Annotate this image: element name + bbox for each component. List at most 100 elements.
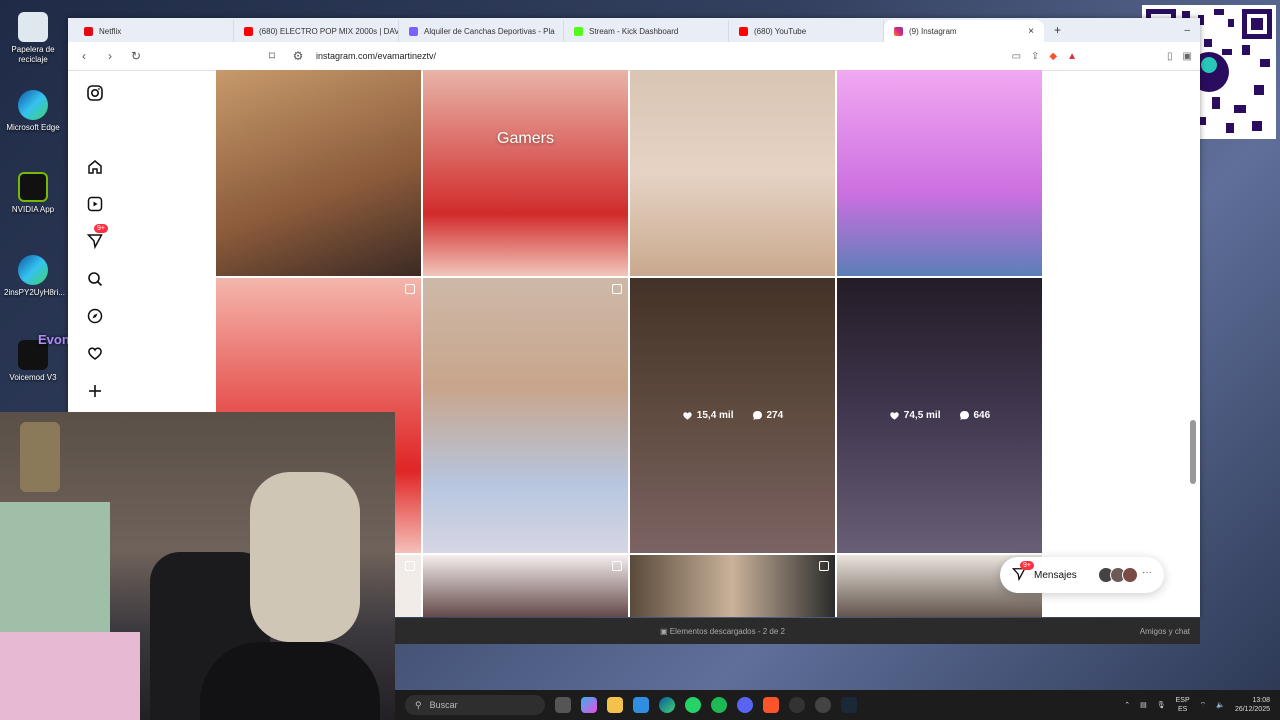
download-status[interactable]: ▣ Elementos descargados - 2 de 2 <box>660 627 785 636</box>
language-indicator[interactable]: ESP ES <box>1176 696 1190 714</box>
obs-icon[interactable] <box>789 697 805 713</box>
forward-icon[interactable]: › <box>102 49 118 63</box>
messages-label: Mensajes <box>1034 569 1077 581</box>
post-tile[interactable] <box>837 70 1042 276</box>
create-post-icon[interactable] <box>84 380 106 402</box>
heart-icon[interactable] <box>84 342 106 364</box>
edge-icon[interactable] <box>659 697 675 713</box>
bookmark-icon[interactable]: ⌑ <box>264 49 280 63</box>
microphone-icon[interactable]: 🎙 <box>1157 701 1166 709</box>
network-icon[interactable]: ▤ <box>1140 701 1147 709</box>
post-tile[interactable]: 74,5 mil 646 <box>837 278 1042 553</box>
tab-title: (680) ELECTRO POP MIX 2000s | DAV <box>259 26 399 36</box>
explore-icon[interactable] <box>84 305 106 327</box>
download-icon: ▣ <box>660 626 670 636</box>
blanket-shape <box>0 632 140 720</box>
tab-title: Alquiler de Canchas Deportivas - Pla <box>424 26 555 36</box>
post-tile[interactable] <box>423 555 628 617</box>
message-avatars: ··· <box>1098 567 1152 583</box>
post-hover-stats: 15,4 mil 274 <box>630 278 835 553</box>
messages-button[interactable]: 9+ Mensajes ··· <box>1000 557 1164 593</box>
brave-shields-icon[interactable]: ◆ <box>1049 51 1057 62</box>
tab-youtube[interactable]: (680) YouTube <box>729 20 884 42</box>
youtube-icon <box>739 26 748 36</box>
netflix-icon <box>84 26 93 36</box>
desktop-icon-edge[interactable]: Microsoft Edge <box>4 90 62 133</box>
clock-date: 26/12/2025 <box>1234 706 1270 713</box>
direct-messages-icon[interactable]: 9+ <box>84 224 108 252</box>
whatsapp-icon[interactable] <box>685 697 701 713</box>
edge-icon <box>18 90 48 120</box>
recycle-bin-icon <box>18 12 48 42</box>
taskbar-search[interactable]: ⚲ Buscar <box>405 695 545 715</box>
windows-taskbar: ⚲ Buscar ⌃ ▤ 🎙 ESP ES ⌔ 🔈 13:08 26/12/20… <box>395 690 1280 720</box>
brave-icon[interactable] <box>763 697 779 713</box>
wifi-icon[interactable]: ⌔ <box>1200 701 1207 710</box>
system-tray: ⌃ ▤ 🎙 ESP ES ⌔ 🔈 13:08 26/12/2025 <box>1124 696 1270 714</box>
trophy-shape <box>20 422 60 492</box>
tab-instagram[interactable]: (9) Instagram × <box>884 20 1044 42</box>
instagram-icon <box>894 26 903 36</box>
file-explorer-icon[interactable] <box>607 697 623 713</box>
post-tile[interactable]: Gamers <box>423 70 628 276</box>
tab-youtube-mix[interactable]: (680) ELECTRO POP MIX 2000s | DAV <box>234 20 399 42</box>
reel-icon <box>405 284 415 294</box>
desktop-icon-nvidia[interactable]: NVIDIA App <box>4 172 62 215</box>
wallet-icon[interactable]: ▣ <box>1183 51 1192 62</box>
likes-count: 74,5 mil <box>903 410 941 421</box>
reel-icon <box>612 561 622 571</box>
youtube-icon <box>244 26 253 36</box>
post-tile-hovered[interactable]: 15,4 mil 274 <box>630 278 835 553</box>
desktop-icon-label: Papelera de reciclaje <box>11 45 55 64</box>
tab-netflix[interactable]: Netflix <box>74 20 234 42</box>
brave-rewards-icon[interactable]: ▲ <box>1067 51 1077 62</box>
heart-icon <box>683 412 692 420</box>
task-view-icon[interactable] <box>555 697 571 713</box>
instagram-logo-icon[interactable] <box>84 82 106 104</box>
scrollbar-thumb[interactable] <box>1190 420 1196 484</box>
comments-stat: 274 <box>752 410 784 421</box>
page-scrollbar[interactable] <box>1190 78 1196 611</box>
tab-title: Netflix <box>99 26 122 36</box>
post-tile[interactable] <box>216 70 421 276</box>
comment-icon <box>959 411 969 420</box>
home-icon[interactable] <box>84 156 106 178</box>
install-app-icon[interactable]: ▭ <box>1012 51 1021 62</box>
share-icon[interactable]: ⇪ <box>1031 51 1039 62</box>
new-tab-button[interactable]: + <box>1044 23 1071 37</box>
sidebar-icon[interactable]: ▯ <box>1167 51 1173 62</box>
desktop-icon-label: 2insPY2UyH8ri... <box>4 288 65 297</box>
reels-icon[interactable] <box>84 193 106 215</box>
url-field[interactable]: instagram.com/evamartineztv/ <box>316 51 436 61</box>
post-hover-stats: 74,5 mil 646 <box>837 278 1042 553</box>
desktop-icon-edge-shortcut[interactable]: 2insPY2UyH8ri... <box>4 255 65 298</box>
chevron-up-icon[interactable]: ⌃ <box>1124 701 1130 709</box>
desktop-icon-recycle-bin[interactable]: Papelera de reciclaje <box>4 12 62 65</box>
reload-icon[interactable]: ↻ <box>128 49 144 63</box>
friends-chat-button[interactable]: Amigos y chat <box>1140 627 1190 636</box>
steam-icon[interactable] <box>841 697 857 713</box>
post-tile[interactable] <box>630 70 835 276</box>
xbox-icon[interactable] <box>815 697 831 713</box>
tab-kick-dashboard[interactable]: Stream - Kick Dashboard <box>564 20 729 42</box>
site-info-icon[interactable]: ⚙ <box>290 49 306 63</box>
volume-icon[interactable]: 🔈 <box>1216 701 1225 709</box>
post-tile[interactable] <box>630 555 835 617</box>
tab-alquiler-canchas[interactable]: Alquiler de Canchas Deportivas - Pla <box>399 20 564 42</box>
tab-title: (9) Instagram <box>909 26 957 36</box>
microsoft-store-icon[interactable] <box>633 697 649 713</box>
comments-count: 274 <box>766 410 784 421</box>
webcam-overlay <box>0 412 395 720</box>
edge-icon <box>18 255 48 285</box>
back-icon[interactable]: ‹ <box>76 49 92 63</box>
discord-icon[interactable] <box>737 697 753 713</box>
clock[interactable]: 13:08 26/12/2025 <box>1235 696 1270 714</box>
close-tab-icon[interactable]: × <box>1028 26 1034 37</box>
copilot-icon[interactable] <box>581 697 597 713</box>
spotify-icon[interactable] <box>711 697 727 713</box>
notifications-badge: 9+ <box>94 224 108 233</box>
minimize-button[interactable]: – <box>1184 25 1190 36</box>
search-icon[interactable] <box>84 268 106 290</box>
tab-strip: Netflix (680) ELECTRO POP MIX 2000s | DA… <box>68 18 1200 42</box>
post-tile[interactable] <box>423 278 628 553</box>
